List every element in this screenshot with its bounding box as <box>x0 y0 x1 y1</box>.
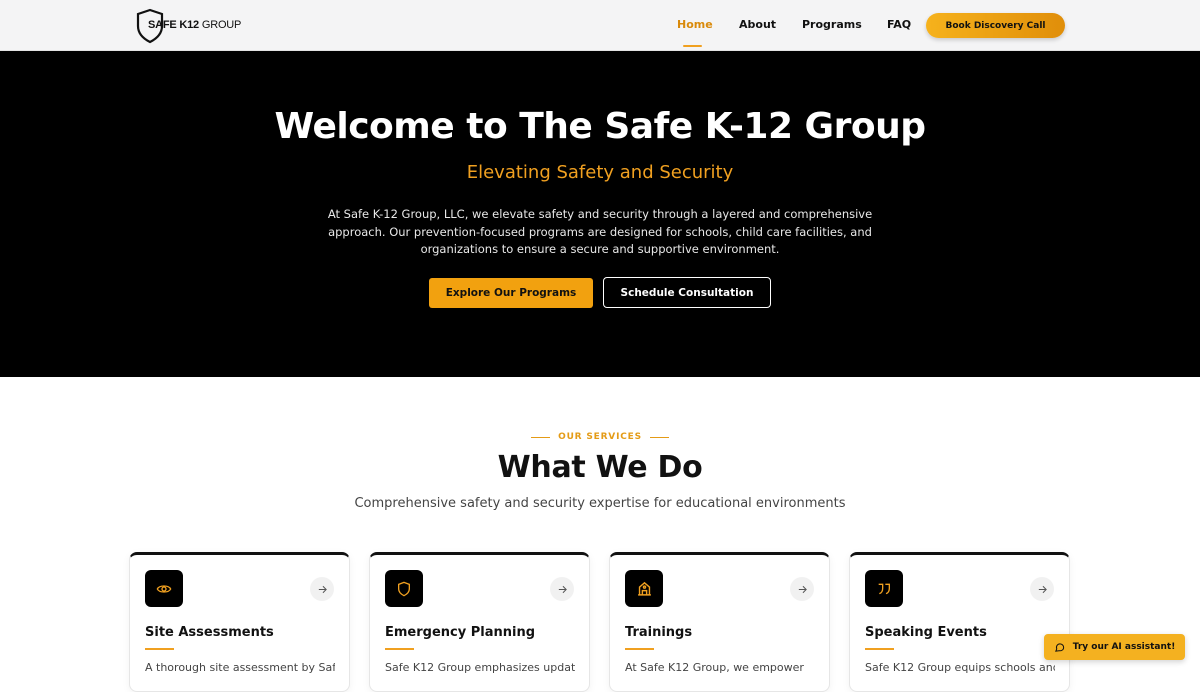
book-discovery-call-button[interactable]: Book Discovery Call <box>926 13 1065 38</box>
school-building-icon <box>625 570 663 607</box>
logo[interactable]: SAFE K12 GROUP <box>135 8 241 44</box>
explore-programs-button[interactable]: Explore Our Programs <box>429 278 593 308</box>
services-title: What We Do <box>497 450 703 485</box>
service-card-emergency-planning[interactable]: Emergency Planning Safe K12 Group emphas… <box>369 552 590 692</box>
card-title: Speaking Events <box>865 625 987 640</box>
eyebrow-label: OUR SERVICES <box>558 432 642 442</box>
nav-about[interactable]: About <box>739 18 776 31</box>
card-text: A thorough site assessment by Safe <box>145 661 335 674</box>
nav-home[interactable]: Home <box>677 18 713 31</box>
card-title: Site Assessments <box>145 625 274 640</box>
service-card-site-assessments[interactable]: Site Assessments A thorough site assessm… <box>129 552 350 692</box>
ai-assistant-label: Try our AI assistant! <box>1072 642 1176 652</box>
ai-assistant-button[interactable]: Try our AI assistant! <box>1044 634 1185 660</box>
hero-subtitle: Elevating Safety and Security <box>466 162 734 183</box>
arrow-right-icon[interactable] <box>790 577 814 601</box>
hero-section: Welcome to The Safe K-12 Group Elevating… <box>0 51 1200 377</box>
hero-title: Welcome to The Safe K-12 Group <box>274 106 926 147</box>
card-text: Safe K12 Group equips schools and <box>865 661 1055 674</box>
eyebrow-dash-left <box>531 436 551 438</box>
site-header: SAFE K12 GROUP Home About Programs FAQ B… <box>0 0 1200 51</box>
arrow-right-icon[interactable] <box>310 577 334 601</box>
card-text: At Safe K12 Group, we empower <box>625 661 804 674</box>
card-title: Trainings <box>625 625 693 640</box>
card-title: Emergency Planning <box>385 625 536 640</box>
nav-programs[interactable]: Programs <box>802 18 862 31</box>
card-accent-rule <box>865 648 894 650</box>
card-text: Safe K12 Group emphasizes updating <box>385 661 575 674</box>
quote-icon <box>865 570 903 607</box>
service-card-speaking-events[interactable]: Speaking Events Safe K12 Group equips sc… <box>849 552 1070 692</box>
card-accent-rule <box>385 648 414 650</box>
services-eyebrow: OUR SERVICES <box>0 432 1200 442</box>
logo-text: SAFE K12 GROUP <box>148 18 242 31</box>
service-card-trainings[interactable]: Trainings At Safe K12 Group, we empower <box>609 552 830 692</box>
arrow-right-icon[interactable] <box>550 577 574 601</box>
arrow-right-icon[interactable] <box>1030 577 1054 601</box>
shield-icon <box>385 570 423 607</box>
card-accent-rule <box>625 648 654 650</box>
eyebrow-dash-right <box>649 436 669 438</box>
hero-description: At Safe K-12 Group, LLC, we elevate safe… <box>327 207 873 256</box>
eye-icon <box>145 570 183 607</box>
chat-bubble-icon <box>1054 642 1064 652</box>
nav-active-indicator <box>683 45 702 47</box>
nav-faq[interactable]: FAQ <box>887 18 911 31</box>
card-accent-rule <box>145 648 174 650</box>
schedule-consultation-button[interactable]: Schedule Consultation <box>603 277 771 308</box>
services-subtitle: Comprehensive safety and security expert… <box>354 496 846 511</box>
